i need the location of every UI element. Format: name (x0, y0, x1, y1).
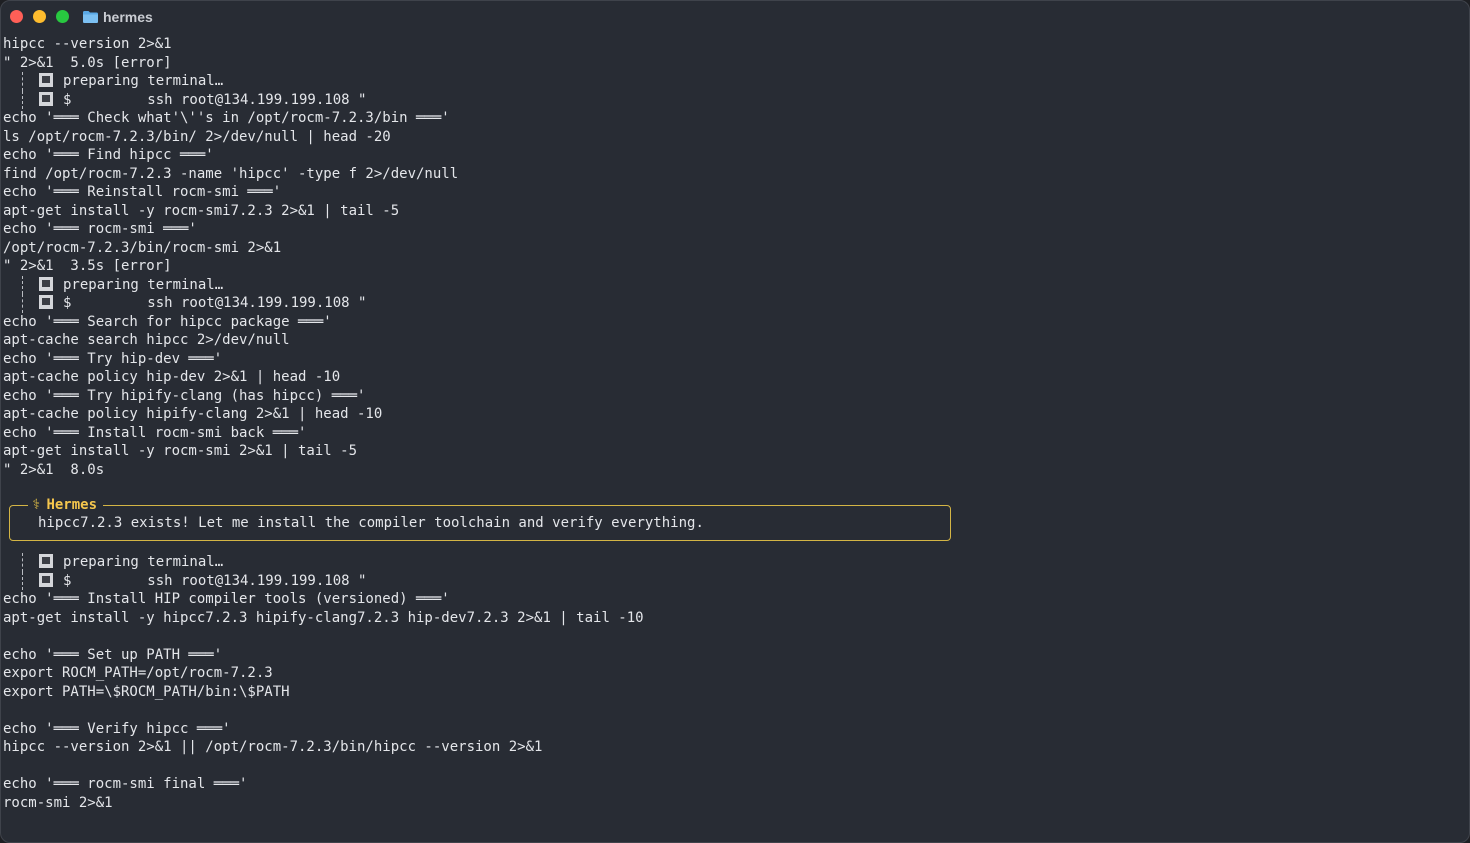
dashed-guide-line (22, 294, 23, 313)
terminal-window: hermes ⚕ Hermes hipcc7.2.3 exists! Let me… (0, 0, 1470, 843)
terminal-line: " 2>&1 5.0s [error] (3, 54, 172, 71)
terminal-status-line: $ ssh root@134.199.199.108 " (3, 90, 367, 109)
hermes-message: hipcc7.2.3 exists! Let me install the co… (38, 515, 704, 531)
terminal-line: echo '═══ rocm-smi ═══' (3, 221, 197, 237)
terminal-line: apt-cache policy hip-dev 2>&1 | head -10 (3, 369, 341, 385)
terminal-line: apt-get install -y hipcc7.2.3 hipify-cla… (3, 609, 644, 626)
terminal-icon (39, 91, 53, 106)
indent-guide: $ ssh root@134.199.199.108 " (3, 294, 366, 313)
window-title: hermes (103, 9, 153, 25)
terminal-line: echo '═══ Install rocm-smi back ═══' (3, 424, 307, 441)
status-text: preparing terminal… (63, 73, 224, 89)
caduceus-icon: ⚕ (32, 497, 41, 513)
terminal-line: echo '═══ Verify hipcc ═══' (3, 720, 231, 737)
terminal-status-line: $ ssh root@134.199.199.108 " (3, 571, 367, 590)
indent-guide: preparing terminal… (3, 72, 223, 91)
dashed-guide-line (22, 90, 23, 109)
indent-guide: $ ssh root@134.199.199.108 " (3, 90, 367, 109)
status-text: preparing terminal… (63, 276, 224, 293)
terminal-line: apt-get install -y rocm-smi 2>&1 | tail … (3, 443, 358, 459)
terminal-line: apt-get install -y rocm-smi7.2.3 2>&1 | … (3, 202, 400, 219)
hermes-response-box: ⚕ Hermes hipcc7.2.3 exists! Let me instal… (9, 496, 951, 541)
title-bar[interactable]: hermes (1, 1, 1469, 33)
terminal-line: /opt/rocm-7.2.3/bin/rocm-smi 2>&1 (3, 239, 282, 256)
folder-icon (83, 11, 98, 23)
terminal-line: echo '═══ Search for hipcc package ═══' (3, 313, 332, 330)
terminal-icon (39, 73, 53, 87)
terminal-status-line: $ ssh root@134.199.199.108 " (3, 294, 366, 313)
status-text: $ ssh root@134.199.199.108 " (63, 91, 367, 108)
dashed-guide-line (22, 72, 23, 91)
terminal-status-line: preparing terminal… (3, 275, 224, 294)
terminal-line: export PATH=\$ROCM_PATH/bin:\$PATH (3, 683, 290, 700)
status-text: $ ssh root@134.199.199.108 " (63, 295, 367, 311)
maximize-window-button[interactable] (56, 10, 69, 23)
terminal-output[interactable]: ⚕ Hermes hipcc7.2.3 exists! Let me instal… (3, 35, 1469, 842)
terminal-icon (39, 295, 53, 309)
terminal-line: apt-cache search hipcc 2>/dev/null (3, 332, 290, 348)
status-text: preparing terminal… (63, 554, 224, 570)
terminal-line: rocm-smi 2>&1 (3, 794, 113, 811)
terminal-line: echo '═══ Check what'\''s in /opt/rocm-7… (3, 110, 450, 126)
terminal-line: " 2>&1 8.0s (3, 461, 105, 478)
status-text: $ ssh root@134.199.199.108 " (63, 572, 367, 589)
close-window-button[interactable] (10, 10, 23, 23)
hermes-box-label: Hermes (46, 497, 98, 513)
indent-guide: preparing terminal… (3, 553, 223, 572)
dashed-guide-line (22, 275, 23, 294)
terminal-icon (39, 572, 53, 587)
terminal-line: echo '═══ Install HIP compiler tools (ve… (3, 591, 450, 607)
terminal-line: apt-cache policy hipify-clang 2>&1 | hea… (3, 406, 383, 422)
terminal-icon (39, 554, 53, 568)
indent-guide: preparing terminal… (3, 275, 224, 294)
terminal-icon (39, 276, 53, 291)
terminal-line: hipcc --version 2>&1 || /opt/rocm-7.2.3/… (3, 739, 543, 755)
minimize-window-button[interactable] (33, 10, 46, 23)
terminal-line: ls /opt/rocm-7.2.3/bin/ 2>/dev/null | he… (3, 128, 391, 145)
terminal-line: echo '═══ Reinstall rocm-smi ═══' (3, 184, 282, 200)
terminal-line: hipcc --version 2>&1 (3, 36, 172, 52)
terminal-line: echo '═══ Find hipcc ═══' (3, 147, 214, 163)
terminal-line: echo '═══ Try hipify-clang (has hipcc) ═… (3, 387, 366, 404)
terminal-line: export ROCM_PATH=/opt/rocm-7.2.3 (3, 665, 273, 681)
hermes-box-header: ⚕ Hermes (28, 496, 104, 514)
window-title-group: hermes (83, 8, 153, 26)
dashed-guide-line (22, 571, 23, 590)
dashed-guide-line (22, 553, 23, 572)
terminal-line: echo '═══ rocm-smi final ═══' (3, 776, 248, 792)
terminal-line: " 2>&1 3.5s [error] (3, 258, 172, 274)
terminal-line: find /opt/rocm-7.2.3 -name 'hipcc' -type… (3, 165, 459, 182)
indent-guide: $ ssh root@134.199.199.108 " (3, 571, 367, 590)
terminal-line: echo '═══ Set up PATH ═══' (3, 646, 223, 663)
terminal-status-line: preparing terminal… (3, 553, 223, 572)
terminal-line: echo '═══ Try hip-dev ═══' (3, 350, 223, 367)
terminal-status-line: preparing terminal… (3, 72, 223, 91)
